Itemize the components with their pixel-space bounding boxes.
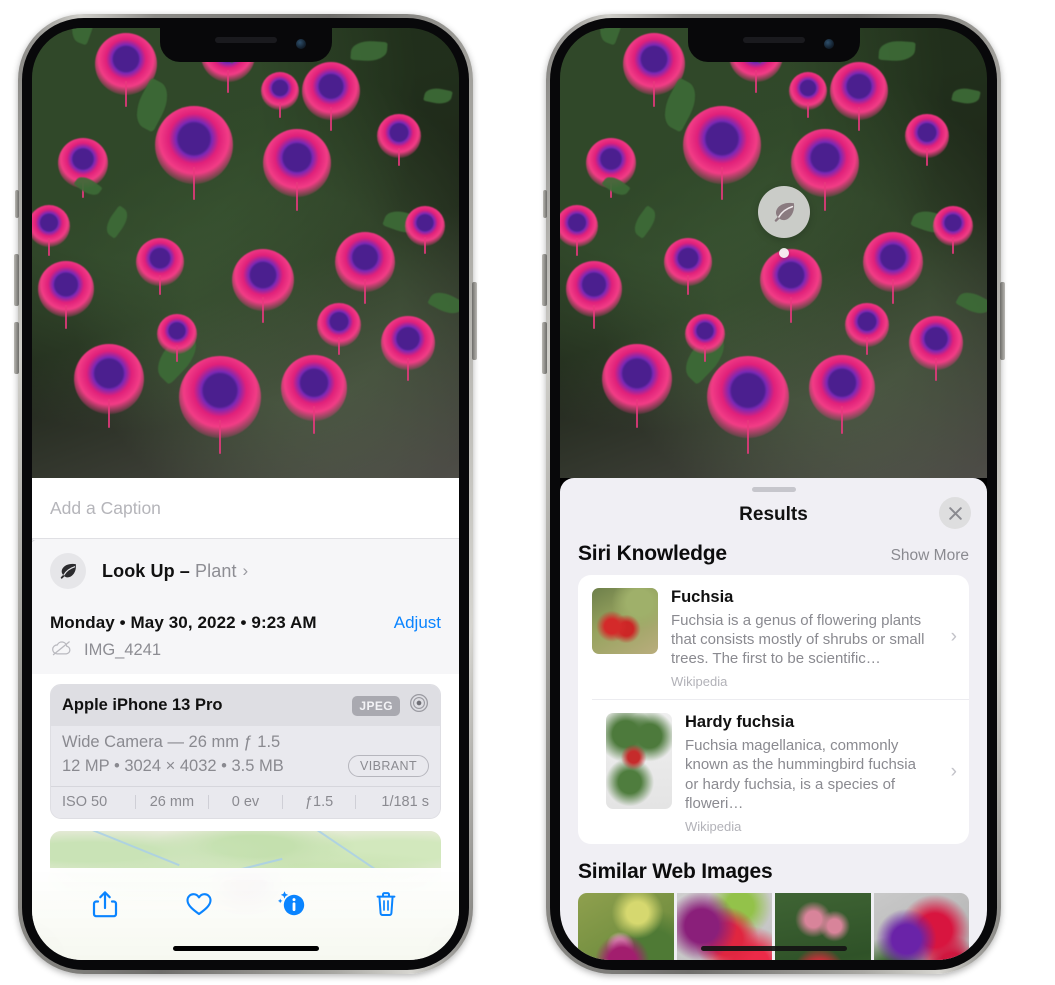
earpiece-speaker [214, 37, 277, 43]
leaf-icon [758, 186, 810, 238]
notch [687, 28, 860, 62]
chevron-right-icon: › [950, 626, 957, 648]
photo-metadata: Monday • May 30, 2022 • 9:23 AM Adjust I… [32, 603, 459, 674]
mute-switch[interactable] [15, 190, 19, 218]
knowledge-source: Wikipedia [685, 818, 742, 834]
knowledge-title: Fuchsia [671, 588, 734, 606]
results-sheet: Results Siri Knowledge Show More Fuchsia… [560, 478, 987, 960]
photographic-style-badge: VIBRANT [348, 755, 429, 777]
look-up-label: Look Up – Plant [102, 561, 237, 582]
camera-info-card[interactable]: Apple iPhone 13 Pro JPEG Wide Camera — 2… [50, 684, 441, 819]
knowledge-source: Wikipedia [671, 674, 728, 690]
results-title: Results [739, 504, 808, 525]
heart-icon[interactable] [177, 882, 221, 926]
exif-iso: ISO 50 [62, 794, 108, 810]
volume-up-button[interactable] [14, 254, 19, 306]
siri-knowledge-title: Siri Knowledge [578, 542, 727, 565]
exif-exposure: 0 ev [231, 794, 260, 810]
mute-switch[interactable] [543, 190, 547, 218]
badge-anchor-dot [779, 248, 789, 258]
trash-icon[interactable] [364, 882, 408, 926]
knowledge-thumbnail [592, 588, 658, 654]
iphone-right: Results Siri Knowledge Show More Fuchsia… [542, 14, 1005, 974]
home-indicator[interactable] [172, 946, 319, 951]
sparkle-icon: ✧ [32, 534, 37, 549]
power-button[interactable] [472, 282, 477, 360]
photo-flowers-layer [32, 28, 459, 478]
siri-knowledge-card: Fuchsia Fuchsia is a genus of flowering … [578, 575, 969, 844]
web-image-4[interactable] [873, 892, 969, 960]
web-image-1[interactable] [578, 892, 674, 960]
chevron-right-icon: › [950, 761, 957, 783]
similar-web-images-title: Similar Web Images [578, 859, 773, 883]
exif-shutter-speed: 1/181 s [381, 794, 429, 810]
knowledge-description: Fuchsia is a genus of flowering plants t… [671, 611, 925, 668]
photo-viewer-left[interactable] [32, 28, 459, 478]
visual-lookup-leaf-badge[interactable] [758, 186, 810, 258]
exif-aperture: ƒ1.5 [304, 794, 334, 810]
camera-lens-info: Wide Camera — 26 mm ƒ 1.5 [62, 733, 281, 751]
knowledge-thumbnail [606, 713, 672, 810]
photo-viewer-right[interactable] [560, 28, 987, 478]
camera-device-name: Apple iPhone 13 Pro [62, 696, 223, 714]
chevron-right-icon: › [242, 561, 249, 580]
earpiece-speaker [742, 37, 805, 43]
front-camera-icon [823, 39, 834, 49]
cloud-slash-icon [50, 639, 74, 662]
home-indicator[interactable] [700, 946, 847, 951]
knowledge-row[interactable]: Hardy fuchsia Fuchsia magellanica, commo… [592, 699, 969, 844]
photo-date: Monday • May 30, 2022 • 9:23 AM [50, 613, 317, 632]
iphone-left: Add a Caption ✧ ✧ Look Up – Plant › [14, 14, 477, 974]
leaf-icon [50, 553, 86, 589]
knowledge-description: Fuchsia magellanica, commonly known as t… [685, 737, 916, 812]
photo-flowers-layer [560, 28, 987, 478]
look-up-row[interactable]: ✧ ✧ Look Up – Plant › [32, 534, 459, 603]
power-button[interactable] [1000, 282, 1005, 360]
volume-down-button[interactable] [14, 322, 19, 374]
share-icon[interactable] [83, 882, 127, 926]
show-more-button[interactable]: Show More [891, 547, 969, 565]
notch [159, 28, 332, 62]
similar-web-images-header: Similar Web Images [560, 844, 987, 893]
camera-specs: 12 MP • 3024 × 4032 • 3.5 MB [62, 756, 284, 775]
close-icon[interactable] [939, 497, 971, 529]
front-camera-icon [295, 39, 306, 49]
camera-aperture-icon [409, 693, 429, 718]
exif-focal-length: 26 mm [149, 794, 195, 810]
phone-screen-left: Add a Caption ✧ ✧ Look Up – Plant › [32, 28, 459, 960]
knowledge-title: Hardy fuchsia [685, 713, 795, 732]
exif-row: ISO 50 26 mm 0 ev ƒ1.5 1/181 s [51, 786, 440, 818]
volume-up-button[interactable] [542, 254, 547, 306]
volume-down-button[interactable] [542, 322, 547, 374]
screenshot-stage: Add a Caption ✧ ✧ Look Up – Plant › [0, 0, 1055, 985]
adjust-button[interactable]: Adjust [394, 613, 441, 633]
look-up-prefix: Look Up – [102, 560, 196, 581]
knowledge-row[interactable]: Fuchsia Fuchsia is a genus of flowering … [578, 575, 969, 699]
photo-filename: IMG_4241 [84, 641, 162, 659]
caption-input[interactable]: Add a Caption [32, 478, 459, 538]
look-up-subject: Plant [195, 560, 237, 581]
results-header: Results [560, 492, 987, 538]
siri-knowledge-header: Siri Knowledge Show More [560, 538, 987, 575]
phone-screen-right: Results Siri Knowledge Show More Fuchsia… [560, 28, 987, 960]
info-sparkle-icon[interactable] [270, 882, 314, 926]
format-badge: JPEG [352, 695, 400, 716]
